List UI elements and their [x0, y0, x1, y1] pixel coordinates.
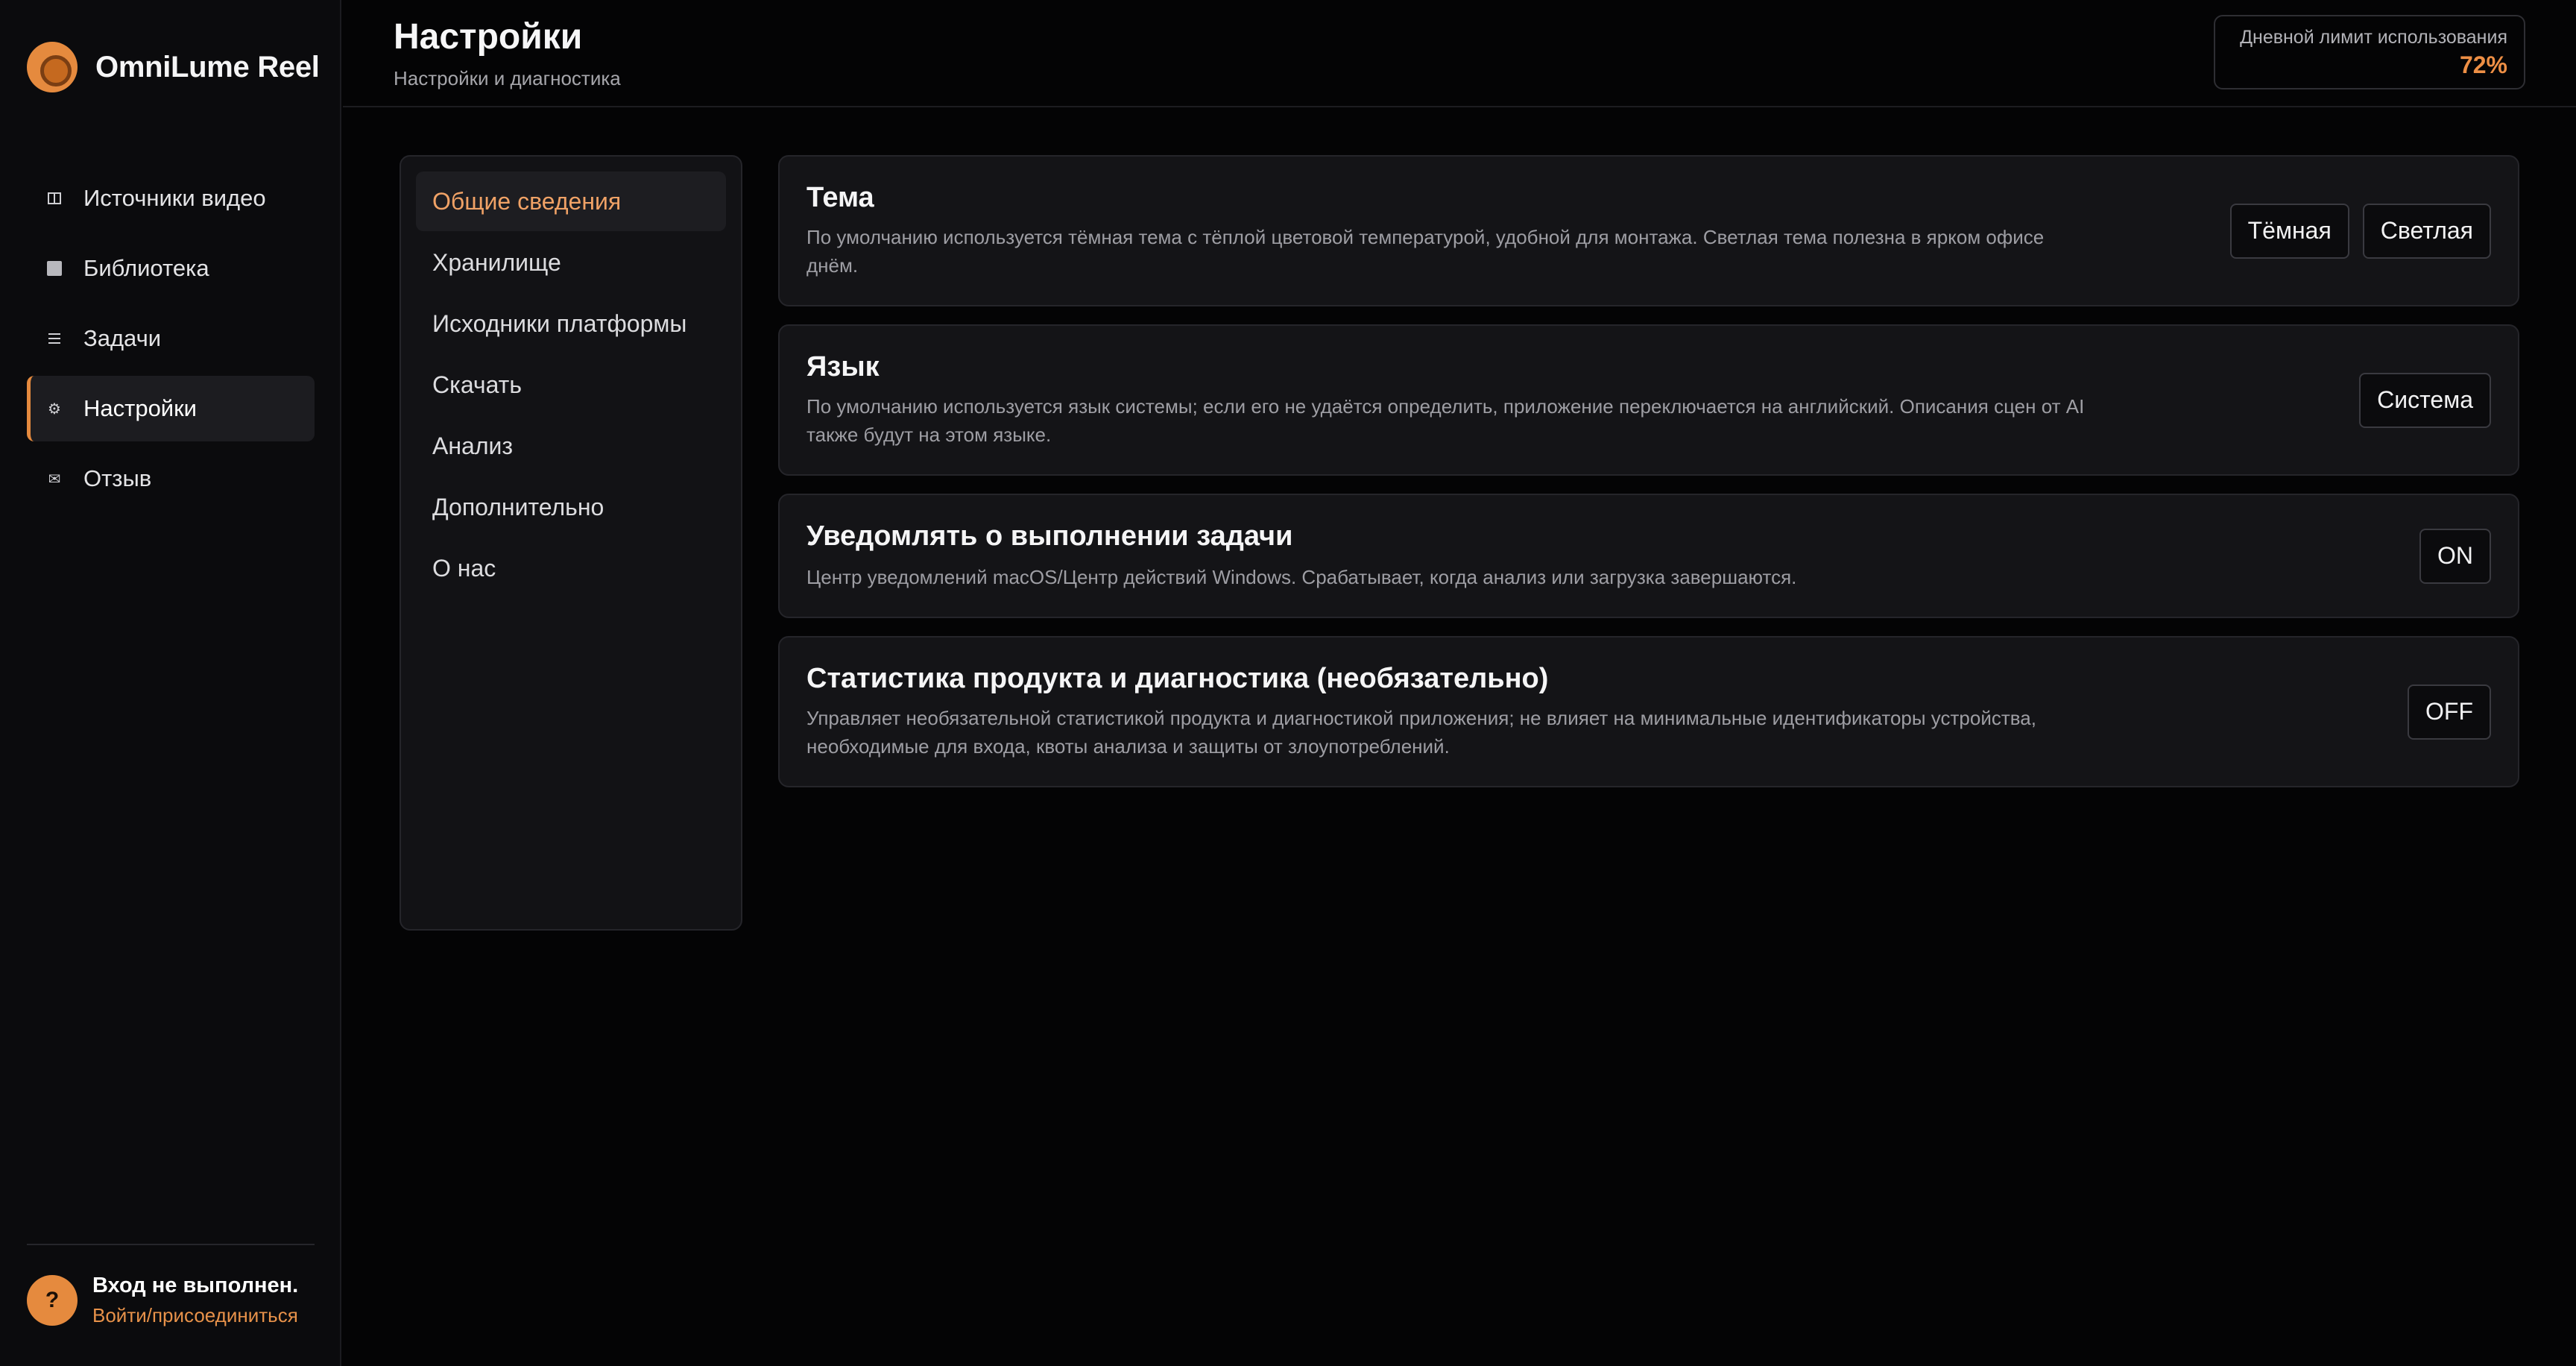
sidebar-item-settings[interactable]: ⚙ Настройки: [27, 376, 315, 441]
avatar[interactable]: ?: [27, 1275, 78, 1326]
usage-limit-badge: Дневной лимит использования 72%: [2214, 15, 2525, 89]
settings-tab-analysis[interactable]: Анализ: [416, 416, 726, 476]
sidebar-item-label: Отзыв: [83, 465, 152, 491]
language-select[interactable]: Система: [2359, 372, 2491, 428]
page-title: Настройки: [394, 17, 583, 57]
sidebar-item-feedback[interactable]: ✉ Отзыв: [27, 446, 315, 512]
sidebar-item-label: Библиотека: [83, 255, 209, 281]
sidebar: OmniLume Reel Источники видео Библиотека…: [0, 0, 341, 1366]
card-description: Центр уведомлений macOS/Центр действий W…: [806, 566, 1797, 588]
app-name: OmniLume Reel: [95, 50, 320, 84]
sidebar-item-video-sources[interactable]: Источники видео: [27, 166, 315, 231]
settings-tab-general[interactable]: Общие сведения: [416, 171, 726, 231]
settings-tab-download[interactable]: Скачать: [416, 355, 726, 415]
split-panel-icon: [43, 191, 66, 206]
usage-label: Дневной лимит использования: [2240, 27, 2507, 48]
language-card: Язык По умолчанию используется язык сист…: [778, 324, 2519, 476]
account-panel: ? Вход не выполнен. Войти/присоединиться: [27, 1244, 315, 1327]
card-description: Управляет необязательной статистикой про…: [806, 707, 2036, 758]
settings-menu: Общие сведения Хранилище Исходники платф…: [400, 155, 742, 931]
card-title: Уведомлять о выполнении задачи: [806, 520, 1293, 552]
login-status: Вход не выполнен.: [92, 1274, 299, 1297]
app-window: OmniLume Reel Источники видео Библиотека…: [0, 0, 2576, 1366]
card-title: Язык: [806, 351, 880, 383]
brand: OmniLume Reel: [27, 42, 320, 92]
app-logo-icon: [27, 42, 78, 92]
sidebar-item-label: Настройки: [83, 395, 198, 421]
sidebar-item-label: Источники видео: [83, 185, 266, 211]
sidebar-item-label: Задачи: [83, 325, 162, 351]
page-header: Настройки Настройки и диагностика Дневно…: [343, 0, 2576, 107]
login-link[interactable]: Войти/присоединиться: [92, 1304, 298, 1327]
card-title: Статистика продукта и диагностика (необя…: [806, 663, 1549, 694]
settings-tab-storage[interactable]: Хранилище: [416, 233, 726, 292]
sidebar-item-tasks[interactable]: Задачи: [27, 306, 315, 371]
list-icon: [43, 332, 66, 345]
settings-content: Тема По умолчанию используется тёмная те…: [778, 155, 2519, 805]
library-square-icon: [43, 261, 66, 276]
gear-icon: ⚙: [48, 400, 61, 418]
notify-toggle[interactable]: ON: [2419, 528, 2491, 584]
sidebar-nav: Источники видео Библиотека Задачи ⚙ Наст…: [27, 166, 315, 516]
notify-card: Уведомлять о выполнении задачи Центр уве…: [778, 494, 2519, 618]
theme-card: Тема По умолчанию используется тёмная те…: [778, 155, 2519, 306]
stats-toggle[interactable]: OFF: [2408, 684, 2491, 740]
settings-tab-advanced[interactable]: Дополнительно: [416, 477, 726, 537]
sidebar-item-library[interactable]: Библиотека: [27, 236, 315, 301]
card-description: По умолчанию используется тёмная тема с …: [806, 226, 2045, 277]
usage-value: 72%: [2459, 51, 2507, 78]
card-description: По умолчанию используется язык системы; …: [806, 395, 2085, 446]
theme-dark-button[interactable]: Тёмная: [2229, 203, 2349, 259]
settings-tab-platform-sources[interactable]: Исходники платформы: [416, 294, 726, 353]
mail-icon: ✉: [48, 470, 61, 488]
page-subtitle: Настройки и диагностика: [394, 67, 621, 89]
settings-tab-about[interactable]: О нас: [416, 538, 726, 598]
stats-card: Статистика продукта и диагностика (необя…: [778, 636, 2519, 787]
theme-light-button[interactable]: Светлая: [2362, 203, 2491, 259]
